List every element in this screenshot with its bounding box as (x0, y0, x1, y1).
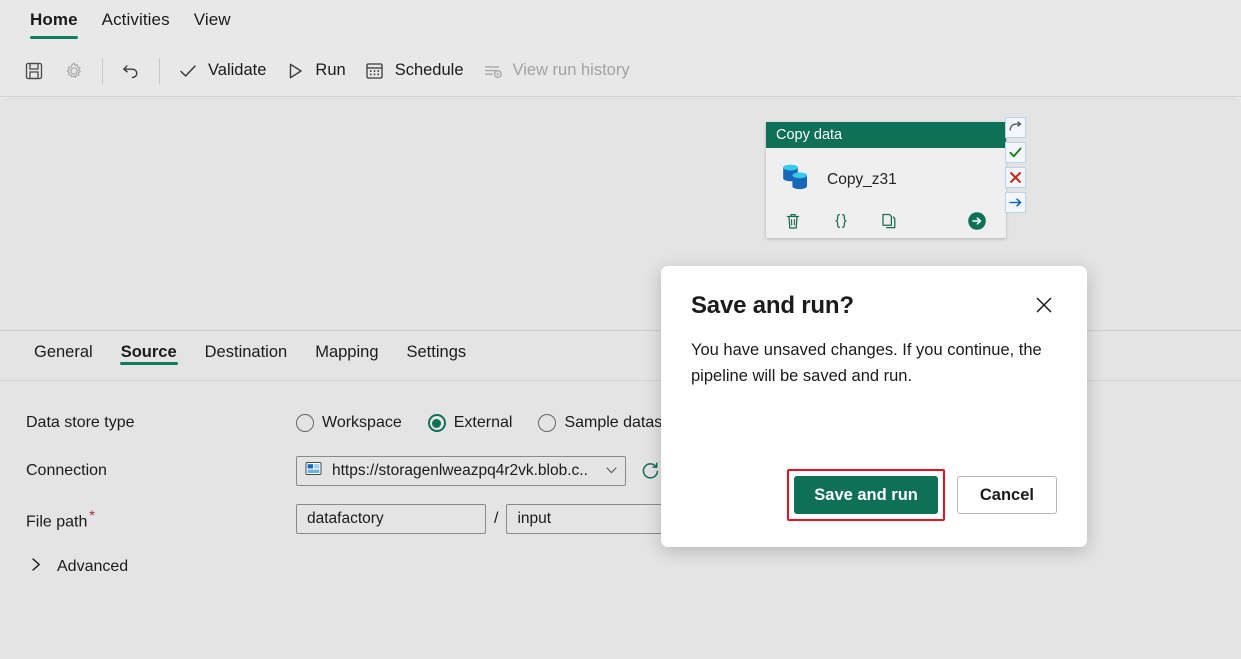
run-button[interactable]: Run (275, 54, 354, 88)
run-history-icon (482, 60, 504, 82)
refresh-connection-icon[interactable] (640, 461, 661, 482)
advanced-label: Advanced (57, 558, 128, 576)
connection-dropdown[interactable]: https://storagenlweazpq4r2vk.blob.c.. (296, 456, 626, 486)
dialog-body-text: You have unsaved changes. If you continu… (691, 337, 1063, 389)
ribbon-tab-view[interactable]: View (182, 0, 243, 31)
dialog-footer: Save and run Cancel (787, 469, 1057, 521)
view-run-history-button[interactable]: View run history (473, 54, 639, 88)
copy-data-node-body: Copy_z31 (766, 148, 1006, 238)
gear-icon (63, 60, 85, 82)
command-bar: Validate Run (0, 45, 1241, 97)
dialog-header: Save and run? (691, 292, 1057, 321)
calendar-icon (364, 60, 386, 82)
chevron-down-icon (606, 462, 617, 480)
copy-data-node-title: Copy_z31 (827, 171, 897, 189)
radio-sample-dataset-label: Sample dataset (564, 414, 675, 432)
tab-destination[interactable]: Destination (191, 331, 302, 362)
radio-workspace[interactable]: Workspace (296, 414, 402, 432)
copy-data-node-side-buttons (1005, 117, 1027, 213)
validate-label: Validate (208, 61, 266, 80)
radio-workspace-mark (296, 414, 314, 432)
run-label: Run (315, 61, 345, 80)
tab-mapping[interactable]: Mapping (301, 331, 392, 362)
fail-x-icon (1008, 170, 1023, 185)
file-path-directory-value: input (517, 510, 551, 528)
skip-arrow-icon (1008, 120, 1023, 135)
delete-icon[interactable] (782, 210, 804, 232)
schedule-label: Schedule (395, 61, 464, 80)
copy-data-node-main: Copy_z31 (766, 148, 1006, 198)
tab-general[interactable]: General (20, 331, 107, 362)
ribbon-tab-home-label: Home (30, 10, 78, 29)
tab-settings[interactable]: Settings (393, 331, 481, 362)
ribbon-tab-view-label: View (194, 10, 231, 29)
copy-data-activity-node[interactable]: Copy data (766, 122, 1006, 238)
command-separator-1 (102, 58, 103, 84)
save-icon (23, 60, 45, 82)
checkmark-icon (177, 60, 199, 82)
file-path-separator: / (494, 510, 498, 528)
chevron-right-icon (30, 557, 43, 577)
on-completion-button[interactable] (1005, 192, 1026, 213)
save-button[interactable] (14, 54, 54, 88)
radio-sample-dataset-mark (538, 414, 556, 432)
file-path-label: File path* (26, 507, 296, 531)
connection-value: https://storagenlweazpq4r2vk.blob.c.. (332, 462, 596, 480)
file-path-container-value: datafactory (307, 510, 384, 528)
advanced-section-toggle[interactable]: Advanced (0, 557, 1241, 577)
pipeline-editor-window: Home Activities View (0, 0, 1241, 659)
radio-external-label: External (454, 414, 513, 432)
dialog-title: Save and run? (691, 292, 854, 320)
view-run-history-label: View run history (513, 61, 630, 80)
radio-workspace-label: Workspace (322, 414, 402, 432)
data-store-type-radio-group: Workspace External Sample dataset (296, 414, 676, 432)
cancel-button[interactable]: Cancel (957, 476, 1057, 514)
tab-mapping-label: Mapping (315, 343, 378, 361)
undo-icon (120, 60, 142, 82)
database-icon (780, 161, 814, 198)
file-path-label-text: File path (26, 513, 87, 530)
connection-type-icon (305, 461, 322, 481)
ribbon-tab-bar: Home Activities View (0, 0, 1241, 42)
radio-external[interactable]: External (428, 414, 513, 432)
on-success-arrow-icon[interactable] (966, 210, 988, 232)
copy-data-node-header-label: Copy data (776, 127, 842, 143)
save-and-run-button[interactable]: Save and run (794, 476, 938, 514)
copy-icon[interactable] (878, 210, 900, 232)
code-braces-icon[interactable] (830, 210, 852, 232)
radio-external-mark (428, 414, 446, 432)
ribbon-tab-home[interactable]: Home (18, 0, 90, 31)
on-success-button[interactable] (1005, 142, 1026, 163)
file-path-container-input[interactable]: datafactory (296, 504, 486, 534)
tab-source[interactable]: Source (107, 331, 191, 362)
validate-button[interactable]: Validate (168, 54, 275, 88)
tab-general-label: General (34, 343, 93, 361)
connection-label: Connection (26, 462, 296, 480)
copy-data-node-actions (766, 210, 1006, 232)
radio-sample-dataset[interactable]: Sample dataset (538, 414, 675, 432)
command-separator-2 (159, 58, 160, 84)
required-marker: * (89, 507, 94, 523)
data-store-type-label: Data store type (26, 414, 296, 432)
tab-settings-label: Settings (407, 343, 467, 361)
schedule-button[interactable]: Schedule (355, 54, 473, 88)
close-icon[interactable] (1023, 292, 1057, 321)
save-and-run-highlight: Save and run (787, 469, 945, 521)
settings-button[interactable] (54, 54, 94, 88)
save-and-run-dialog: Save and run? You have unsaved changes. … (661, 266, 1087, 547)
success-check-icon (1008, 145, 1023, 160)
on-fail-button[interactable] (1005, 167, 1026, 188)
tab-source-label: Source (121, 343, 177, 361)
play-icon (284, 60, 306, 82)
ribbon-tab-activities-label: Activities (102, 10, 170, 29)
tab-destination-label: Destination (205, 343, 288, 361)
on-skip-button[interactable] (1005, 117, 1026, 138)
undo-button[interactable] (111, 54, 151, 88)
copy-data-node-header: Copy data (766, 122, 1006, 148)
completion-arrow-icon (1008, 195, 1023, 210)
ribbon-tab-activities[interactable]: Activities (90, 0, 182, 31)
